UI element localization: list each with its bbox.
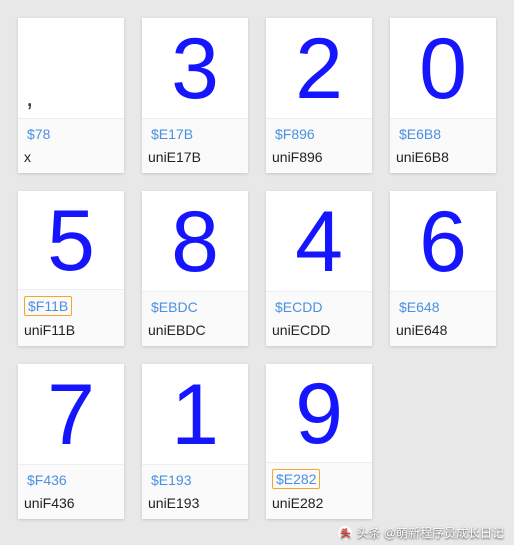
glyph-display: 5	[18, 191, 124, 289]
glyph-meta: $EBDC uniEBDC	[142, 291, 248, 346]
glyph-display: 8	[142, 191, 248, 291]
glyph-name: uniE282	[272, 495, 366, 511]
glyph-card[interactable]: 2 $F896 uniF896	[266, 18, 372, 173]
glyph-code: $78	[24, 125, 53, 143]
glyph-name: uniE6B8	[396, 149, 490, 165]
glyph-meta: $F896 uniF896	[266, 118, 372, 173]
glyph-code: $E193	[148, 471, 194, 489]
glyph-display: 6	[390, 191, 496, 291]
watermark-icon: 头	[338, 526, 352, 540]
glyph-meta: $E6B8 uniE6B8	[390, 118, 496, 173]
glyph-meta: $ECDD uniECDD	[266, 291, 372, 346]
glyph-code: $E282	[272, 469, 320, 489]
glyph-meta: $E193 uniE193	[142, 464, 248, 519]
glyph-name: uniF436	[24, 495, 118, 511]
glyph-meta: $F11B uniF11B	[18, 289, 124, 346]
glyph-meta: $E17B uniE17B	[142, 118, 248, 173]
glyph-display: 9	[266, 364, 372, 462]
watermark: 头 头条 @萌新程序员成长日记	[338, 524, 504, 541]
glyph-card[interactable]: 8 $EBDC uniEBDC	[142, 191, 248, 346]
glyph-card[interactable]: 4 $ECDD uniECDD	[266, 191, 372, 346]
glyph-name: uniEBDC	[148, 322, 242, 338]
glyph-code: $F11B	[24, 296, 72, 316]
glyph-card[interactable]: 3 $E17B uniE17B	[142, 18, 248, 173]
glyph-code: $F436	[24, 471, 70, 489]
glyph-code: $E17B	[148, 125, 196, 143]
glyph-code: $E648	[396, 298, 442, 316]
glyph-card[interactable]: , $78 x	[18, 18, 124, 173]
glyph-display: 7	[18, 364, 124, 464]
glyph-display: 2	[266, 18, 372, 118]
glyph-display: 0	[390, 18, 496, 118]
glyph-display: ,	[18, 18, 124, 118]
glyph-grid: , $78 x 3 $E17B uniE17B 2 $F896 uniF896 0 $E6B8 uni…	[18, 18, 496, 519]
glyph-name: uniE648	[396, 322, 490, 338]
glyph-name: uniE17B	[148, 149, 242, 165]
glyph-card[interactable]: 5 $F11B uniF11B	[18, 191, 124, 346]
glyph-name: uniE193	[148, 495, 242, 511]
glyph-display: 4	[266, 191, 372, 291]
glyph-code: $EBDC	[148, 298, 201, 316]
glyph-code: $F896	[272, 125, 318, 143]
glyph-card[interactable]: 1 $E193 uniE193	[142, 364, 248, 519]
glyph-meta: $F436 uniF436	[18, 464, 124, 519]
glyph-card[interactable]: 9 $E282 uniE282	[266, 364, 372, 519]
glyph-meta: $78 x	[18, 118, 124, 173]
glyph-meta: $E282 uniE282	[266, 462, 372, 519]
glyph-meta: $E648 uniE648	[390, 291, 496, 346]
glyph-card[interactable]: 7 $F436 uniF436	[18, 364, 124, 519]
glyph-card[interactable]: 6 $E648 uniE648	[390, 191, 496, 346]
glyph-code: $ECDD	[272, 298, 325, 316]
glyph-name: uniF896	[272, 149, 366, 165]
glyph-display: 1	[142, 364, 248, 464]
glyph-name: uniECDD	[272, 322, 366, 338]
glyph-name: x	[24, 149, 118, 165]
glyph-code: $E6B8	[396, 125, 444, 143]
glyph-card[interactable]: 0 $E6B8 uniE6B8	[390, 18, 496, 173]
glyph-name: uniF11B	[24, 322, 118, 338]
glyph-display: 3	[142, 18, 248, 118]
watermark-text: 头条 @萌新程序员成长日记	[356, 524, 504, 541]
